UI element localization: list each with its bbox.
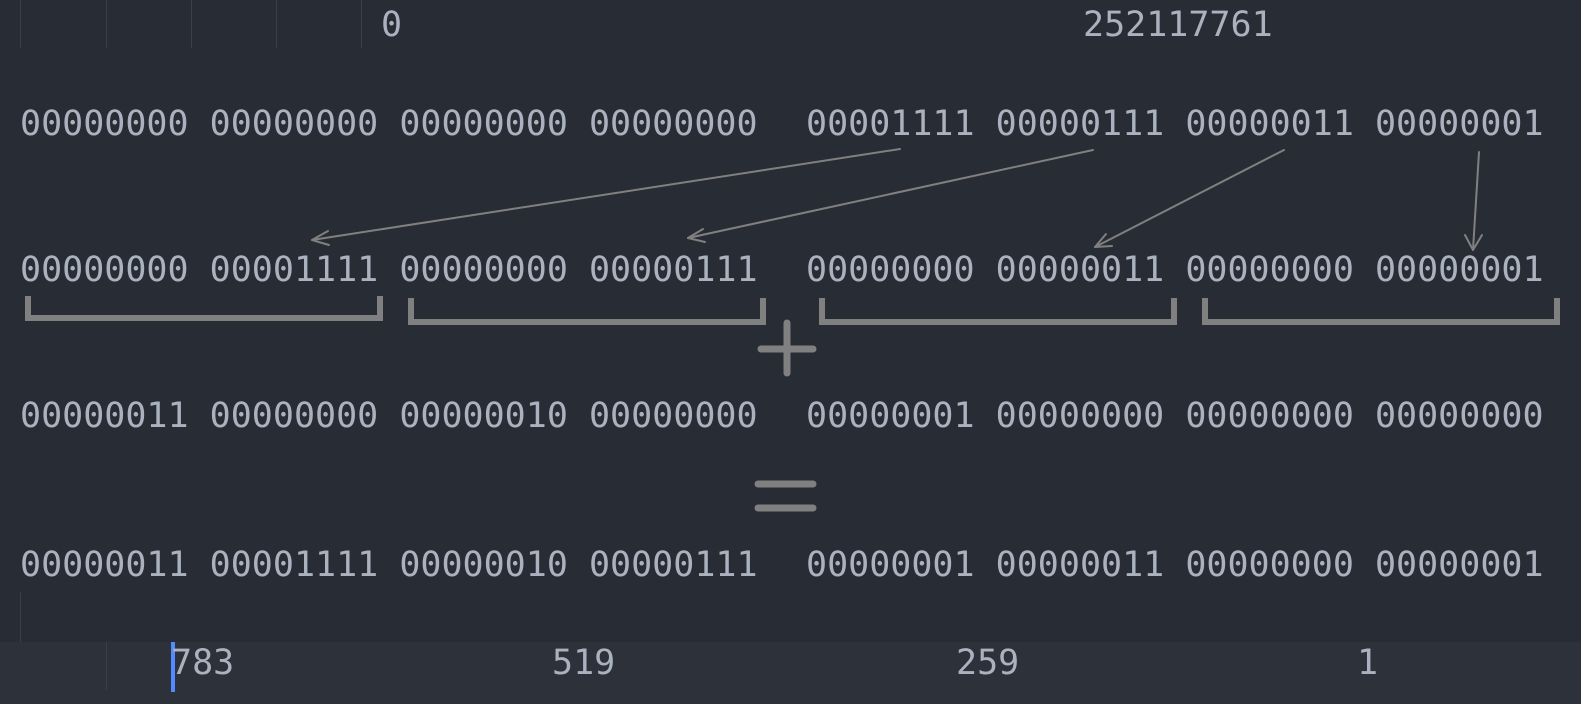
current-line-highlight: [0, 642, 1581, 704]
indent-guide: [276, 0, 277, 48]
result-byte-2: 00001111: [209, 545, 379, 585]
addend-byte-5: 00000001: [806, 396, 975, 436]
indent-guide: [191, 0, 192, 48]
addend-byte-8: 00000000: [1374, 396, 1544, 436]
result-byte-3: 00000010: [399, 545, 568, 585]
addend-byte-2: 00000000: [209, 396, 379, 436]
source-byte-8: 00000001: [1374, 104, 1544, 144]
source-row-right: 00001111 00000111 00000011 00000001: [806, 104, 1544, 144]
bracket-group-1: [25, 296, 383, 321]
indent-guide: [361, 0, 362, 48]
addend-byte-3: 00000010: [399, 396, 568, 436]
source-byte-4: 00000000: [588, 104, 758, 144]
bottom-value-4: 1: [1357, 643, 1379, 683]
result-byte-4: 00000111: [588, 545, 758, 585]
equals-operator: [754, 480, 817, 512]
code-editor[interactable]: 0 252117761 00000000 00000000 00000000 0…: [0, 0, 1581, 704]
spread-row-left: 00000000 00001111 00000000 00000111: [20, 250, 758, 290]
source-byte-7: 00000011: [1185, 104, 1354, 144]
result-byte-8: 00000001: [1374, 545, 1544, 585]
addend-row-left: 00000011 00000000 00000010 00000000: [20, 396, 758, 436]
spread-byte-5: 00000000: [806, 250, 975, 290]
bottom-value-3: 259: [956, 643, 1020, 683]
bottom-value-2: 519: [552, 643, 616, 683]
indent-guide: [106, 0, 107, 48]
spread-row-right: 00000000 00000011 00000000 00000001: [806, 250, 1544, 290]
bracket-group-4: [1202, 298, 1560, 325]
result-row-left: 00000011 00001111 00000010 00000111: [20, 545, 758, 585]
bottom-value-1: 783: [171, 643, 235, 683]
result-row-right: 00000001 00000011 00000000 00000001: [806, 545, 1544, 585]
addend-byte-4: 00000000: [588, 396, 758, 436]
arrow-byte-3: [1094, 149, 1285, 248]
spread-byte-2: 00001111: [209, 250, 379, 290]
source-byte-5: 00001111: [806, 104, 975, 144]
arrow-byte-1: [311, 148, 901, 246]
result-byte-6: 00000011: [995, 545, 1165, 585]
spread-byte-1: 00000000: [20, 250, 189, 290]
source-byte-1: 00000000: [20, 104, 189, 144]
source-byte-2: 00000000: [209, 104, 379, 144]
bracket-group-3: [819, 298, 1177, 325]
bracket-group-2: [408, 298, 766, 325]
source-byte-6: 00000111: [995, 104, 1165, 144]
arrow-byte-4: [1464, 151, 1483, 251]
top-line-left-value: 0: [381, 5, 403, 45]
top-line-right-value: 252117761: [1083, 5, 1273, 45]
spread-byte-6: 00000011: [995, 250, 1165, 290]
arrow-byte-2: [687, 149, 1094, 243]
result-byte-5: 00000001: [806, 545, 975, 585]
addend-byte-6: 00000000: [995, 396, 1165, 436]
spread-byte-4: 00000111: [588, 250, 758, 290]
indent-guide: [106, 642, 107, 690]
indent-guide: [20, 0, 21, 48]
result-byte-1: 00000011: [20, 545, 189, 585]
addend-byte-1: 00000011: [20, 396, 189, 436]
addend-byte-7: 00000000: [1185, 396, 1354, 436]
spread-byte-7: 00000000: [1185, 250, 1354, 290]
source-byte-3: 00000000: [399, 104, 568, 144]
result-byte-7: 00000000: [1185, 545, 1354, 585]
spread-byte-3: 00000000: [399, 250, 568, 290]
plus-operator: [757, 319, 817, 377]
source-row-left: 00000000 00000000 00000000 00000000: [20, 104, 758, 144]
spread-byte-8: 00000001: [1374, 250, 1544, 290]
addend-row-right: 00000001 00000000 00000000 00000000: [806, 396, 1544, 436]
